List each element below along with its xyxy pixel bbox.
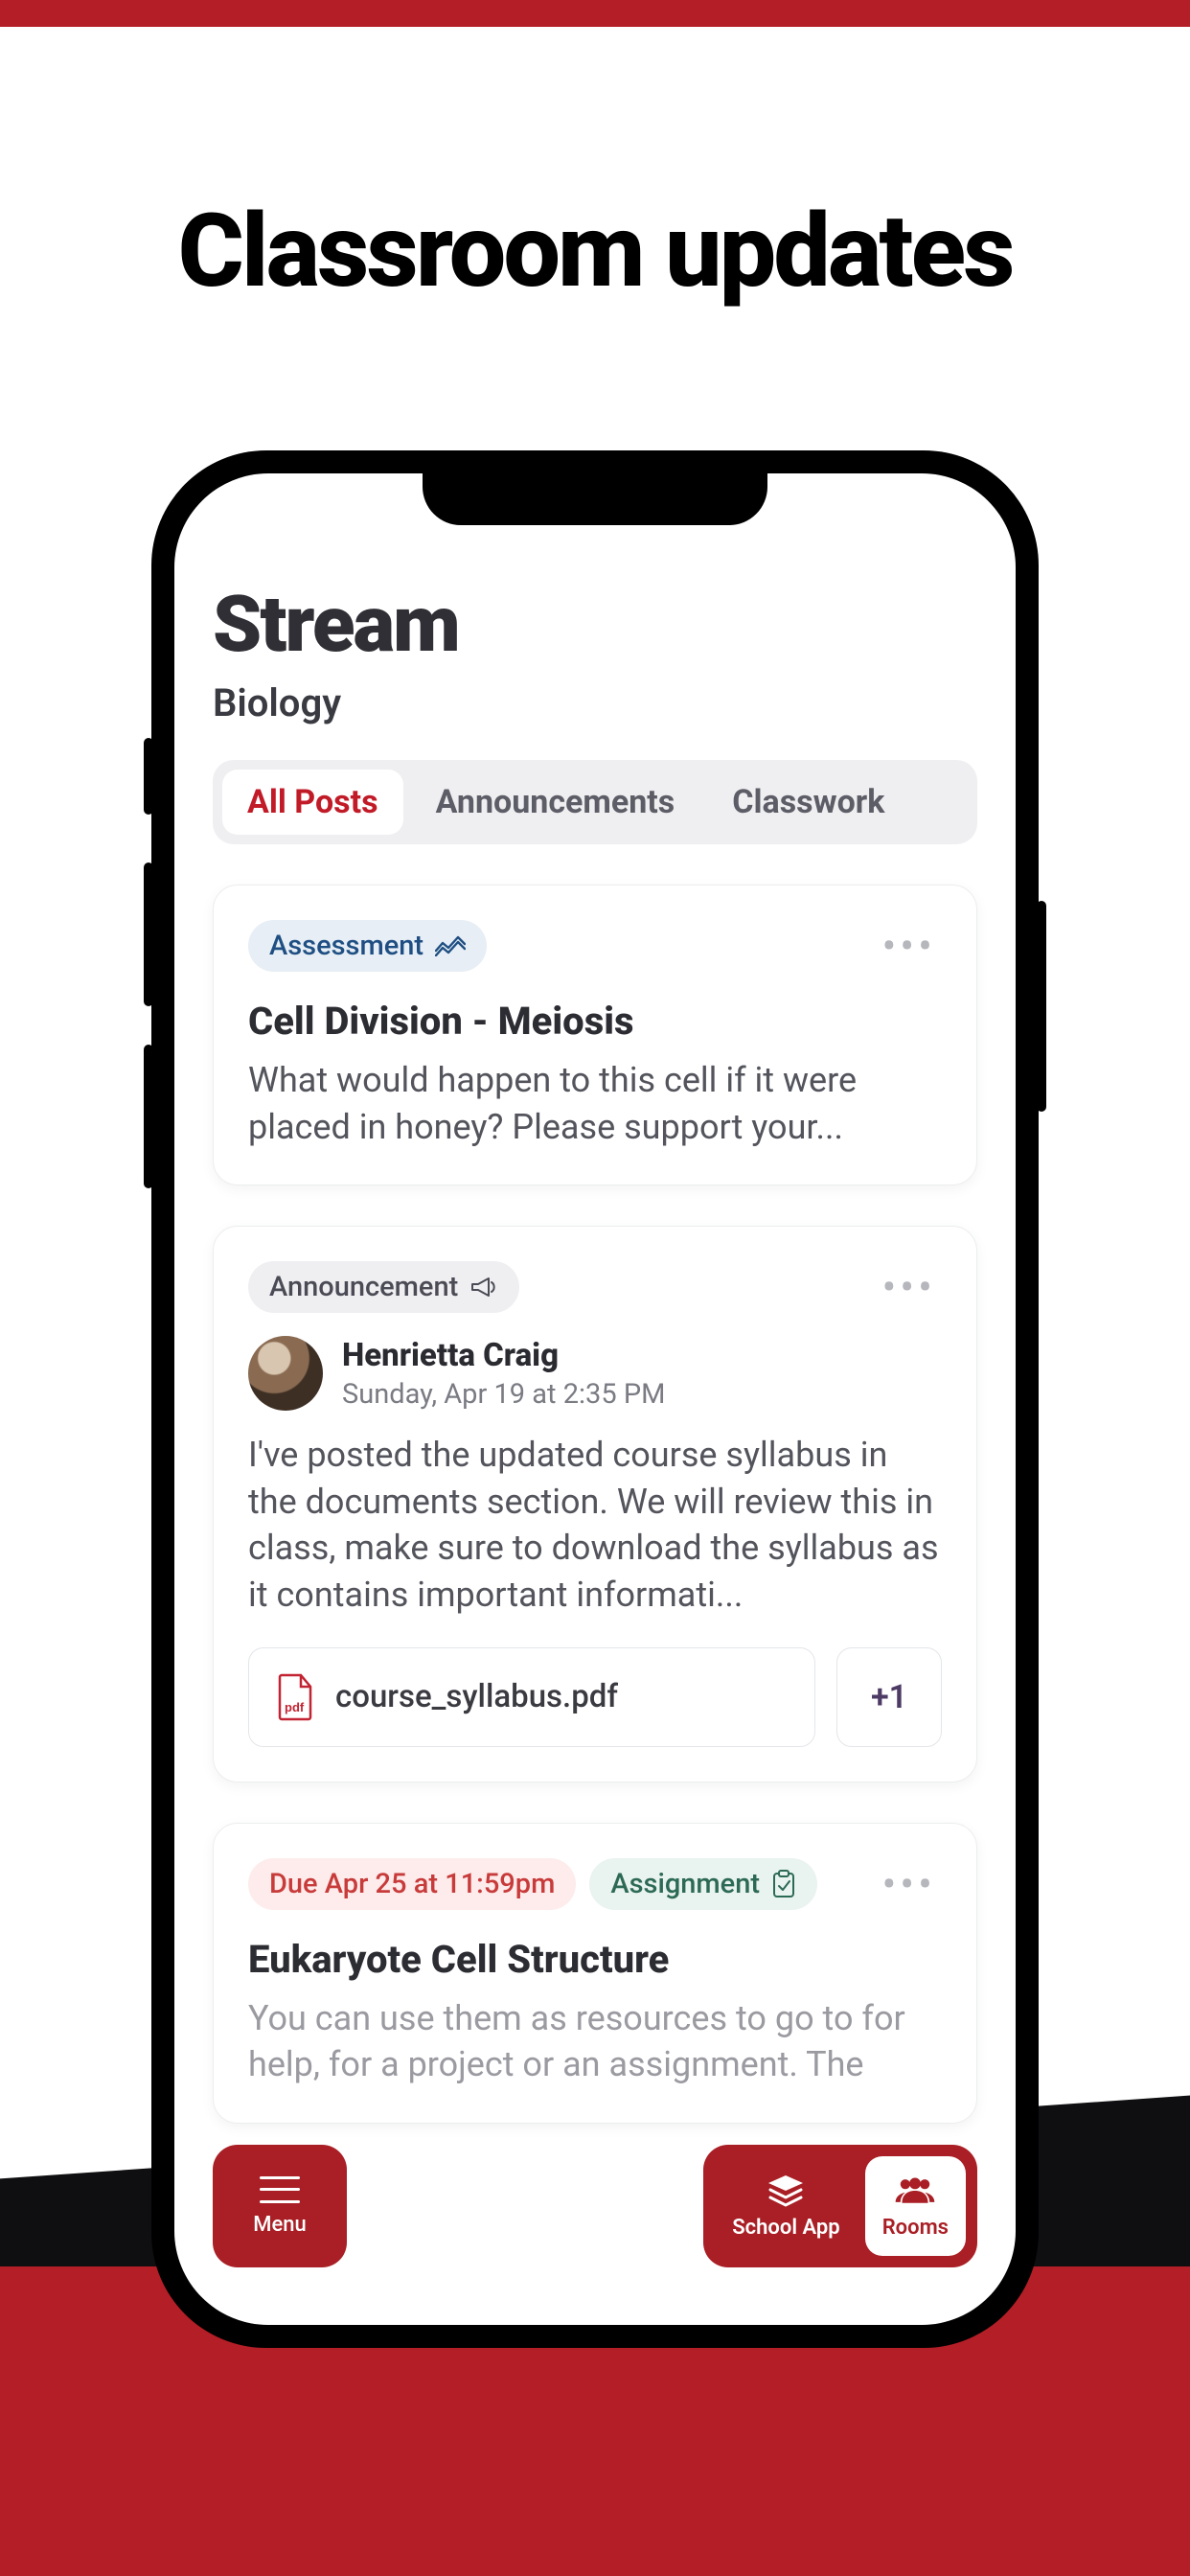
phone-side-button [1037,901,1046,1112]
attachment-name: course_syllabus.pdf [335,1678,618,1715]
phone-side-button [144,738,153,815]
card-body: I've posted the updated course syllabus … [248,1432,942,1618]
attachments-row: pdf course_syllabus.pdf +1 [248,1647,942,1747]
chip-assignment: Assignment [589,1858,817,1910]
card-title: Cell Division - Meiosis [248,999,942,1044]
bottom-nav: School App Rooms [703,2145,977,2267]
chip-label: Assignment [610,1868,760,1900]
card-more-button[interactable]: ••• [881,935,942,956]
card-assessment[interactable]: Assessment ••• Cell Division - Meiosis W… [213,885,977,1185]
phone-notch [423,473,767,525]
top-accent-bar [0,0,1190,27]
avatar [248,1336,323,1411]
hamburger-icon [260,2176,300,2203]
card-body: What would happen to this cell if it wer… [248,1057,942,1150]
people-icon [894,2174,936,2208]
chips: Due Apr 25 at 11:59pm Assignment [248,1858,817,1910]
app-content: Stream Biology All Posts Announcements C… [174,473,1016,2325]
card-more-button[interactable]: ••• [881,1276,942,1298]
stream-title: Stream [213,579,977,671]
chip-assessment: Assessment [248,920,487,972]
stack-icon [765,2174,807,2208]
tab-classwork[interactable]: Classwork [707,770,909,835]
card-header: Assessment ••• [248,920,942,972]
card-announcement[interactable]: Announcement ••• Henrietta Craig Sund [213,1226,977,1782]
phone-side-button [144,862,153,1006]
tab-all-posts[interactable]: All Posts [222,770,403,835]
svg-text:pdf: pdf [285,1700,305,1714]
chips: Announcement [248,1261,519,1313]
pdf-icon: pdf [276,1673,314,1721]
author-name: Henrietta Craig [342,1337,665,1374]
nav-rooms[interactable]: Rooms [865,2156,966,2256]
stream-subject: Biology [213,680,977,725]
tab-announcements[interactable]: Announcements [411,770,700,835]
card-body: You can use them as resources to go to f… [248,1995,942,2088]
card-header: Due Apr 25 at 11:59pm Assignment ••• [248,1858,942,1910]
card-header: Announcement ••• [248,1261,942,1313]
card-more-button[interactable]: ••• [881,1874,942,1895]
stream-tabs: All Posts Announcements Classwork [213,760,977,844]
menu-label: Menu [253,2213,307,2237]
card-title: Eukaryote Cell Structure [248,1937,942,1982]
author-row: Henrietta Craig Sunday, Apr 19 at 2:35 P… [248,1336,942,1411]
nav-school-app[interactable]: School App [715,2156,857,2256]
page-headline: Classroom updates [0,192,1190,310]
chip-label: Announcement [269,1271,458,1303]
post-timestamp: Sunday, Apr 19 at 2:35 PM [342,1378,665,1411]
attachment-file[interactable]: pdf course_syllabus.pdf [248,1647,815,1747]
nav-label: School App [732,2216,839,2240]
megaphone-icon [469,1275,498,1300]
chip-label: Assessment [269,930,423,962]
chart-line-icon [435,935,466,956]
menu-button[interactable]: Menu [213,2145,347,2267]
chip-due-date: Due Apr 25 at 11:59pm [248,1858,576,1910]
clipboard-check-icon [771,1870,796,1898]
chips: Assessment [248,920,487,972]
attachment-more-button[interactable]: +1 [836,1647,942,1747]
card-assignment[interactable]: Due Apr 25 at 11:59pm Assignment ••• [213,1823,977,2124]
phone-frame: Stream Biology All Posts Announcements C… [151,450,1039,2348]
phone-screen: Stream Biology All Posts Announcements C… [174,473,1016,2325]
chip-label: Due Apr 25 at 11:59pm [269,1868,555,1900]
chip-announcement: Announcement [248,1261,519,1313]
phone-side-button [144,1045,153,1188]
nav-label: Rooms [882,2216,949,2240]
